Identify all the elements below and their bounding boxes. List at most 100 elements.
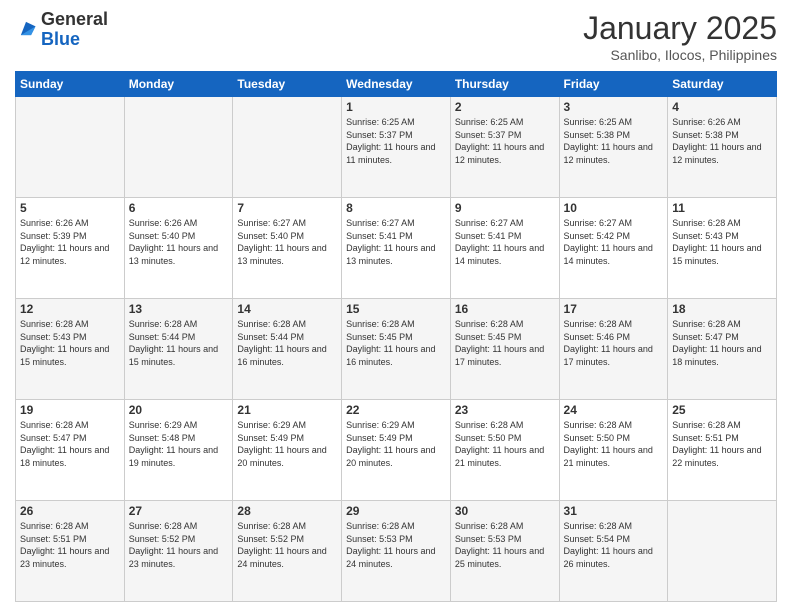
table-row: 1 Sunrise: 6:25 AM Sunset: 5:37 PM Dayli…: [342, 97, 451, 198]
header: General Blue January 2025 Sanlibo, Iloco…: [15, 10, 777, 63]
daylight-label: Daylight: 11 hours and 13 minutes.: [237, 243, 326, 266]
daylight-label: Daylight: 11 hours and 14 minutes.: [564, 243, 653, 266]
day-info: Sunrise: 6:29 AM Sunset: 5:49 PM Dayligh…: [346, 419, 446, 469]
page: General Blue January 2025 Sanlibo, Iloco…: [0, 0, 792, 612]
sunset-label: Sunset: 5:46 PM: [564, 332, 631, 342]
day-number: 31: [564, 504, 664, 518]
table-row: 29 Sunrise: 6:28 AM Sunset: 5:53 PM Dayl…: [342, 501, 451, 602]
sunrise-label: Sunrise: 6:28 AM: [564, 521, 633, 531]
sunset-label: Sunset: 5:48 PM: [129, 433, 196, 443]
daylight-label: Daylight: 11 hours and 12 minutes.: [564, 142, 653, 165]
day-info: Sunrise: 6:29 AM Sunset: 5:48 PM Dayligh…: [129, 419, 229, 469]
daylight-label: Daylight: 11 hours and 15 minutes.: [129, 344, 218, 367]
sunrise-label: Sunrise: 6:28 AM: [672, 319, 741, 329]
day-info: Sunrise: 6:27 AM Sunset: 5:41 PM Dayligh…: [455, 217, 555, 267]
table-row: 10 Sunrise: 6:27 AM Sunset: 5:42 PM Dayl…: [559, 198, 668, 299]
col-tuesday: Tuesday: [233, 72, 342, 97]
calendar-table: Sunday Monday Tuesday Wednesday Thursday…: [15, 71, 777, 602]
sunset-label: Sunset: 5:50 PM: [564, 433, 631, 443]
day-number: 6: [129, 201, 229, 215]
day-info: Sunrise: 6:25 AM Sunset: 5:37 PM Dayligh…: [346, 116, 446, 166]
day-number: 15: [346, 302, 446, 316]
table-row: 25 Sunrise: 6:28 AM Sunset: 5:51 PM Dayl…: [668, 400, 777, 501]
daylight-label: Daylight: 11 hours and 25 minutes.: [455, 546, 544, 569]
day-number: 20: [129, 403, 229, 417]
sunrise-label: Sunrise: 6:25 AM: [346, 117, 415, 127]
sunrise-label: Sunrise: 6:27 AM: [564, 218, 633, 228]
sunrise-label: Sunrise: 6:28 AM: [20, 319, 89, 329]
sunrise-label: Sunrise: 6:28 AM: [20, 420, 89, 430]
sunrise-label: Sunrise: 6:27 AM: [237, 218, 306, 228]
day-info: Sunrise: 6:26 AM Sunset: 5:38 PM Dayligh…: [672, 116, 772, 166]
day-number: 25: [672, 403, 772, 417]
sunset-label: Sunset: 5:37 PM: [455, 130, 522, 140]
sunset-label: Sunset: 5:49 PM: [346, 433, 413, 443]
table-row: 17 Sunrise: 6:28 AM Sunset: 5:46 PM Dayl…: [559, 299, 668, 400]
day-number: 27: [129, 504, 229, 518]
day-number: 16: [455, 302, 555, 316]
daylight-label: Daylight: 11 hours and 23 minutes.: [20, 546, 109, 569]
day-number: 19: [20, 403, 120, 417]
sunset-label: Sunset: 5:53 PM: [455, 534, 522, 544]
daylight-label: Daylight: 11 hours and 18 minutes.: [20, 445, 109, 468]
sunrise-label: Sunrise: 6:28 AM: [672, 420, 741, 430]
col-wednesday: Wednesday: [342, 72, 451, 97]
daylight-label: Daylight: 11 hours and 15 minutes.: [20, 344, 109, 367]
day-info: Sunrise: 6:28 AM Sunset: 5:43 PM Dayligh…: [20, 318, 120, 368]
day-info: Sunrise: 6:28 AM Sunset: 5:46 PM Dayligh…: [564, 318, 664, 368]
table-row: [668, 501, 777, 602]
daylight-label: Daylight: 11 hours and 17 minutes.: [455, 344, 544, 367]
daylight-label: Daylight: 11 hours and 18 minutes.: [672, 344, 761, 367]
logo-text: General Blue: [41, 10, 108, 50]
day-info: Sunrise: 6:25 AM Sunset: 5:37 PM Dayligh…: [455, 116, 555, 166]
daylight-label: Daylight: 11 hours and 12 minutes.: [455, 142, 544, 165]
day-number: 9: [455, 201, 555, 215]
sunrise-label: Sunrise: 6:28 AM: [455, 521, 524, 531]
day-number: 21: [237, 403, 337, 417]
sunrise-label: Sunrise: 6:28 AM: [129, 319, 198, 329]
day-info: Sunrise: 6:28 AM Sunset: 5:44 PM Dayligh…: [237, 318, 337, 368]
sunrise-label: Sunrise: 6:28 AM: [564, 319, 633, 329]
daylight-label: Daylight: 11 hours and 16 minutes.: [237, 344, 326, 367]
table-row: 27 Sunrise: 6:28 AM Sunset: 5:52 PM Dayl…: [124, 501, 233, 602]
sunset-label: Sunset: 5:45 PM: [346, 332, 413, 342]
sunset-label: Sunset: 5:41 PM: [346, 231, 413, 241]
sunrise-label: Sunrise: 6:29 AM: [129, 420, 198, 430]
table-row: 16 Sunrise: 6:28 AM Sunset: 5:45 PM Dayl…: [450, 299, 559, 400]
sunset-label: Sunset: 5:38 PM: [564, 130, 631, 140]
day-info: Sunrise: 6:26 AM Sunset: 5:39 PM Dayligh…: [20, 217, 120, 267]
table-row: 3 Sunrise: 6:25 AM Sunset: 5:38 PM Dayli…: [559, 97, 668, 198]
sunset-label: Sunset: 5:42 PM: [564, 231, 631, 241]
day-number: 12: [20, 302, 120, 316]
table-row: 4 Sunrise: 6:26 AM Sunset: 5:38 PM Dayli…: [668, 97, 777, 198]
table-row: 8 Sunrise: 6:27 AM Sunset: 5:41 PM Dayli…: [342, 198, 451, 299]
daylight-label: Daylight: 11 hours and 21 minutes.: [455, 445, 544, 468]
day-info: Sunrise: 6:28 AM Sunset: 5:47 PM Dayligh…: [20, 419, 120, 469]
day-info: Sunrise: 6:28 AM Sunset: 5:51 PM Dayligh…: [672, 419, 772, 469]
sunset-label: Sunset: 5:45 PM: [455, 332, 522, 342]
sunset-label: Sunset: 5:52 PM: [237, 534, 304, 544]
daylight-label: Daylight: 11 hours and 20 minutes.: [237, 445, 326, 468]
day-info: Sunrise: 6:27 AM Sunset: 5:40 PM Dayligh…: [237, 217, 337, 267]
sunrise-label: Sunrise: 6:25 AM: [564, 117, 633, 127]
sunrise-label: Sunrise: 6:28 AM: [20, 521, 89, 531]
table-row: 20 Sunrise: 6:29 AM Sunset: 5:48 PM Dayl…: [124, 400, 233, 501]
day-info: Sunrise: 6:28 AM Sunset: 5:45 PM Dayligh…: [346, 318, 446, 368]
sunset-label: Sunset: 5:38 PM: [672, 130, 739, 140]
daylight-label: Daylight: 11 hours and 19 minutes.: [129, 445, 218, 468]
table-row: 15 Sunrise: 6:28 AM Sunset: 5:45 PM Dayl…: [342, 299, 451, 400]
table-row: 28 Sunrise: 6:28 AM Sunset: 5:52 PM Dayl…: [233, 501, 342, 602]
day-info: Sunrise: 6:28 AM Sunset: 5:52 PM Dayligh…: [237, 520, 337, 570]
table-row: [16, 97, 125, 198]
day-number: 1: [346, 100, 446, 114]
day-number: 4: [672, 100, 772, 114]
day-info: Sunrise: 6:28 AM Sunset: 5:53 PM Dayligh…: [455, 520, 555, 570]
sunrise-label: Sunrise: 6:26 AM: [672, 117, 741, 127]
col-sunday: Sunday: [16, 72, 125, 97]
daylight-label: Daylight: 11 hours and 22 minutes.: [672, 445, 761, 468]
day-info: Sunrise: 6:27 AM Sunset: 5:42 PM Dayligh…: [564, 217, 664, 267]
month-title: January 2025: [583, 10, 777, 47]
day-number: 10: [564, 201, 664, 215]
sunset-label: Sunset: 5:44 PM: [237, 332, 304, 342]
day-number: 26: [20, 504, 120, 518]
